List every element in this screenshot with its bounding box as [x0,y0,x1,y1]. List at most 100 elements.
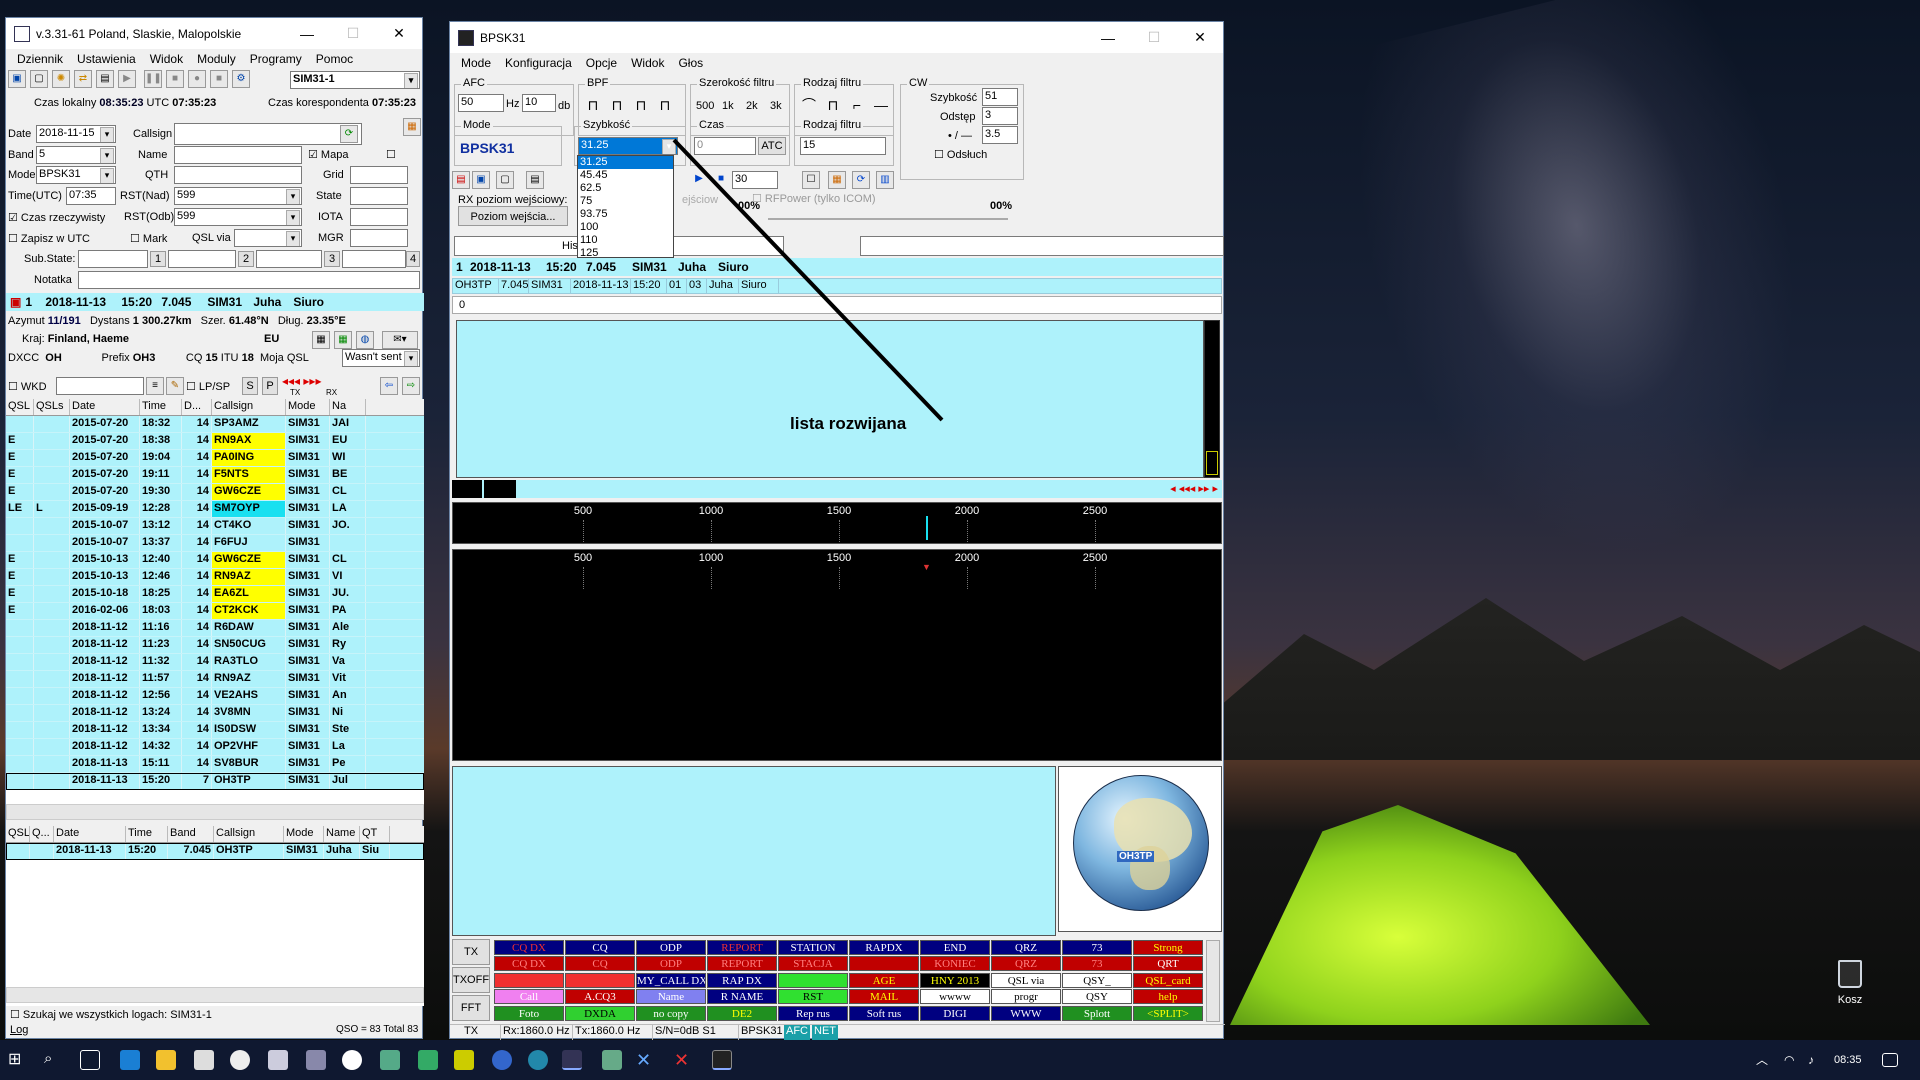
macro-button[interactable]: DIGI [920,1005,990,1021]
table-row[interactable]: E 2015-10-18 18:25 14 EA6ZL SIM31 JU. [6,586,424,603]
explorer-icon[interactable] [156,1050,176,1070]
column-header[interactable]: Time [126,826,168,842]
macro-button[interactable]: MY_CALL DX [636,972,706,988]
extra-check[interactable]: ☐ [386,148,396,161]
macro-button[interactable]: QSY [1062,989,1132,1005]
substate-input-3[interactable] [256,250,322,268]
table-row[interactable]: 2018-11-12 11:32 14 RA3TLO SIM31 Va [6,654,424,671]
bpsk-close-button[interactable]: ✕ [1177,22,1223,53]
substate-input-2[interactable] [168,250,236,268]
rew-ff-icons[interactable]: ◂◂◂ ▸▸▸ [282,374,321,388]
menu-programy[interactable]: Programy [243,52,309,66]
macro-button[interactable]: WWW [991,1005,1061,1021]
macro-button[interactable]: A.CQ3 [565,989,635,1005]
macro-button[interactable]: KONIEC [920,956,990,972]
table-row[interactable]: E 2016-02-06 18:03 14 CT2KCK SIM31 PA [6,603,424,620]
record-icon[interactable]: ● [188,70,206,88]
mark-check[interactable]: ☐ Mark [130,232,167,245]
rodzaj-filter-4[interactable]: — [870,94,892,114]
bpsk-task-icon[interactable] [712,1050,732,1070]
notifications-icon[interactable] [1882,1053,1898,1067]
app-icon-x2[interactable]: ✕ [674,1050,694,1070]
wkd-check[interactable]: ☐ WKD [8,380,47,393]
macro-button[interactable]: CQ [565,956,635,972]
column-header[interactable]: QSLs [34,399,70,415]
macro-button[interactable]: Soft rus [849,1005,919,1021]
macro-button[interactable]: 73 [1062,956,1132,972]
qth-input[interactable] [174,166,302,184]
stop2-icon[interactable]: ■ [210,70,228,88]
options-icon[interactable]: ▦ [403,118,421,136]
macro-button[interactable]: CQ [565,940,635,955]
app-icon-1[interactable] [230,1050,250,1070]
bcopy-icon[interactable]: ▢ [496,171,514,189]
search-all-check[interactable]: ☐ Szukaj we wszystkich logach: SIM31-1 [10,1008,212,1021]
table-row[interactable]: E 2015-10-13 12:40 14 GW6CZE SIM31 CL [6,552,424,569]
rodzaj-filter-3[interactable]: ⌐ [846,94,868,114]
wkd-input[interactable] [56,377,144,395]
table-row[interactable]: 2018-11-12 13:34 14 IS0DSW SIM31 Ste [6,722,424,739]
substate-input-1[interactable] [78,250,148,268]
macro-button[interactable]: QRZ [991,940,1061,955]
column-header[interactable]: Mode [284,826,324,842]
table-row[interactable]: E 2015-07-20 19:30 14 GW6CZE SIM31 CL [6,484,424,501]
rx-scrollbar[interactable] [1204,320,1220,478]
column-header[interactable]: Band [168,826,214,842]
speed-option[interactable]: 125 [578,247,673,260]
table-row[interactable]: E 2015-10-13 12:46 14 RN9AZ SIM31 VI [6,569,424,586]
macro-button[interactable]: REPORT [707,956,777,972]
macro-button[interactable]: QSL via [991,972,1061,988]
table-row[interactable]: 2018-11-12 11:16 14 R6DAW SIM31 Ale [6,620,424,637]
grid-icon[interactable]: ▥ [876,171,894,189]
check-icon[interactable]: ☐ [802,171,820,189]
rst-odb-field[interactable]: 599 [174,208,302,226]
macro-button[interactable]: ODP [636,956,706,972]
log-combo[interactable]: SIM31-1 [290,71,420,89]
column-header[interactable]: Callsign [212,399,286,415]
table-row[interactable]: 2018-11-12 11:23 14 SN50CUG SIM31 Ry [6,637,424,654]
realtime-check[interactable]: ☑ Czas rzeczywisty [8,211,105,224]
macro-button[interactable] [565,972,635,988]
afc2-input[interactable]: 10 [522,94,556,112]
settings-icon[interactable]: ▦ [828,171,846,189]
odsluch-check[interactable]: ☐ Odsłuch [934,148,987,161]
macro-button[interactable] [849,956,919,972]
macro-button[interactable]: AGE [849,972,919,988]
column-header[interactable]: QT [360,826,390,842]
p-button[interactable]: P [262,377,278,395]
flag-icon[interactable]: ▤ [452,171,470,189]
h-scrollbar[interactable] [6,804,424,820]
bmenu-widok[interactable]: Widok [624,56,671,70]
macro-button[interactable]: no copy [636,1005,706,1021]
table-row[interactable]: E 2015-07-20 19:11 14 F5NTS SIM31 BE [6,467,424,484]
store-icon[interactable] [194,1050,214,1070]
rst-nad-field[interactable]: 599 [174,187,302,205]
taskview-icon[interactable] [80,1050,100,1070]
log-task-icon[interactable] [562,1050,582,1070]
s-button[interactable]: S [242,377,258,395]
substate-button-1[interactable]: 1 [150,251,166,267]
bdisk-icon[interactable]: ▤ [526,171,544,189]
substate-button-3[interactable]: 3 [324,251,340,267]
speed-option[interactable]: 45.45 [578,169,673,182]
macro-button[interactable]: 73 [1062,940,1132,955]
callsign-input[interactable] [174,123,362,145]
date-field[interactable]: 2018-11-15 [36,125,116,143]
right-arrow-icon[interactable]: ⇨ [402,377,420,395]
play-icon[interactable]: ▶ [118,70,136,88]
czas-input[interactable]: 0 [694,137,756,155]
macro-button[interactable]: Rep rus [778,1005,848,1021]
bpsk-minimize-button[interactable]: — [1085,22,1131,53]
mode-field[interactable]: BPSK31 [36,166,116,184]
macro-button[interactable]: help [1133,989,1203,1005]
speed-option[interactable]: 110 [578,234,673,247]
bpf-filter-1[interactable]: ⊓ [582,94,604,114]
macro-button[interactable]: MAIL [849,989,919,1005]
speed-option[interactable]: 93.75 [578,208,673,221]
rodzaj-filter-1[interactable]: ⌒ [798,94,820,114]
macro-button[interactable]: RAP DX [707,972,777,988]
macro-button[interactable]: END [920,940,990,955]
bpf-filter-2[interactable]: ⊓ [606,94,628,114]
bmenu-konfiguracja[interactable]: Konfiguracja [498,56,579,70]
sync-icon[interactable]: ⟳ [852,171,870,189]
